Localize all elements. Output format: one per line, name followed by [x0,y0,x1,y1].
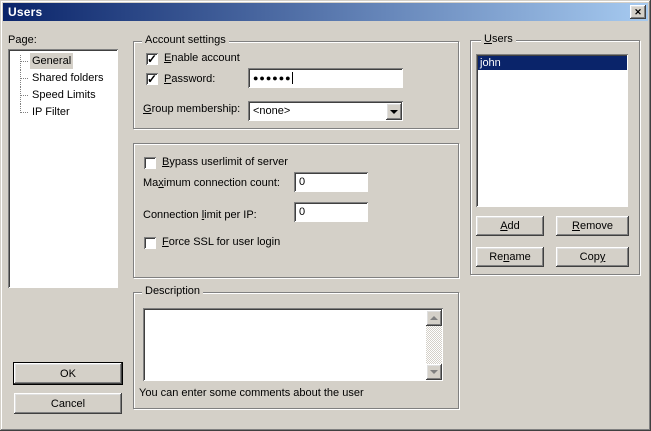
user-list-item[interactable]: john [478,56,627,70]
window-title: Users [8,5,42,19]
tree-item-ip-filter[interactable]: IP Filter [8,104,119,121]
tree-item-label: IP Filter [30,104,72,120]
ok-button[interactable]: OK [13,362,123,385]
account-settings-group: Account settings Enable account Password… [133,41,459,129]
remove-button[interactable]: Remove [556,216,629,236]
copy-button[interactable]: Copy [556,247,629,267]
rename-button[interactable]: Rename [476,247,544,267]
max-connection-count-label: Maximum connection count: [143,177,280,189]
enable-account-label: Enable account [164,52,240,64]
group-membership-select[interactable]: <none> [248,101,404,122]
vertical-scrollbar[interactable] [426,310,442,380]
tree-item-general[interactable]: General [8,53,119,70]
connection-limit-per-ip-value: 0 [299,206,305,218]
connection-limit-per-ip-label: Connection limit per IP: [143,209,257,221]
description-hint: You can enter some comments about the us… [139,387,364,399]
group-membership-label: Group membership: [143,103,240,115]
max-connection-count-input[interactable]: 0 [294,172,369,193]
description-group: Description You can enter some comments … [133,292,459,409]
enable-account-checkbox[interactable] [146,53,159,66]
add-button[interactable]: Add [476,216,544,236]
combo-dropdown-button[interactable] [386,103,402,120]
arrow-down-icon [430,370,438,378]
account-settings-caption: Account settings [142,34,229,46]
force-ssl-checkbox[interactable] [144,237,157,250]
max-connection-count-value: 0 [299,176,305,188]
chevron-down-icon [390,110,398,118]
tree-item-shared-folders[interactable]: Shared folders [8,70,119,87]
limits-group: Bypass userlimit of server Maximum conne… [133,143,459,278]
scroll-up-button[interactable] [426,310,442,326]
title-bar[interactable]: Users ✕ [3,3,648,21]
password-label: Password: [164,73,215,85]
users-list: john [476,54,629,208]
tree-item-label: Shared folders [30,70,106,86]
group-membership-value: <none> [253,105,290,117]
close-button[interactable]: ✕ [630,5,646,19]
password-value: ●●●●●● [253,73,292,83]
page-label: Page: [8,34,37,46]
force-ssl-label: Force SSL for user login [162,236,280,248]
description-textarea[interactable] [143,308,444,382]
scroll-down-button[interactable] [426,364,442,380]
users-caption: Users [481,33,516,45]
tree-item-label: Speed Limits [30,87,98,103]
text-caret [292,72,293,84]
description-caption: Description [142,285,203,297]
connection-limit-per-ip-input[interactable]: 0 [294,202,369,223]
password-checkbox[interactable] [146,73,159,86]
bypass-userlimit-label: Bypass userlimit of server [162,156,288,168]
page-tree: General Shared folders Speed Limits IP F… [8,49,119,289]
cancel-button[interactable]: Cancel [14,393,122,414]
tree-item-label: General [30,53,73,69]
password-input[interactable]: ●●●●●● [248,68,404,89]
close-icon: ✕ [634,8,642,17]
users-dialog: Users ✕ Page: General Shared folders Spe… [0,0,651,431]
arrow-up-icon [430,312,438,320]
users-group: Users john Add Remove Rename Copy [470,40,640,275]
tree-item-speed-limits[interactable]: Speed Limits [8,87,119,104]
bypass-userlimit-checkbox[interactable] [144,157,157,170]
